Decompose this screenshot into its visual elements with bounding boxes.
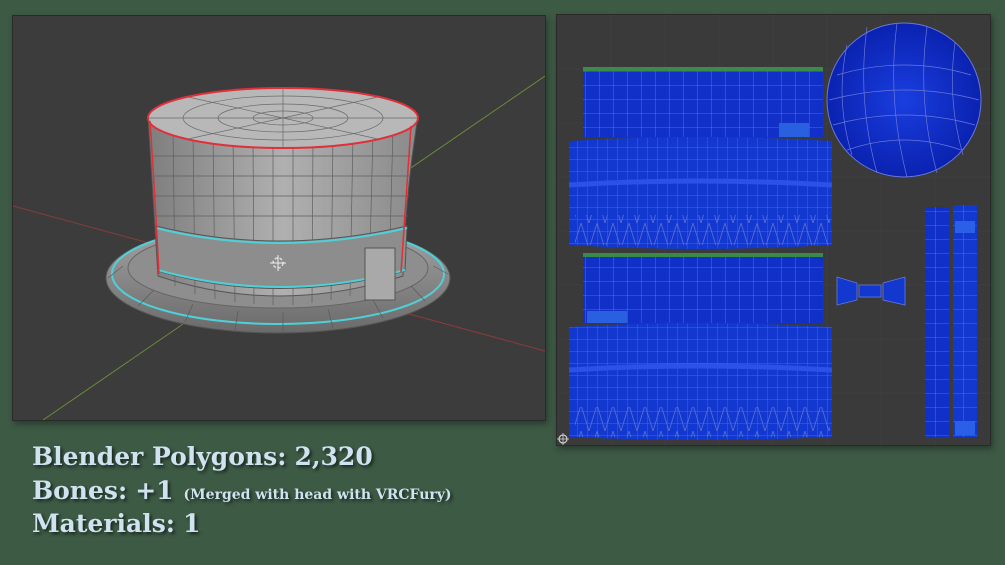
uv-island-crown-side-a — [568, 137, 833, 249]
polygons-value: 2,320 — [294, 442, 373, 471]
bones-note: (Merged with head with VRCFury) — [183, 487, 452, 503]
uv-island-band-strip-a — [925, 207, 949, 437]
polygons-label: Blender Polygons: — [32, 442, 287, 471]
uv-island-crown-side-b — [568, 323, 833, 440]
stat-bones: Bones: +1 (Merged with head with VRCFury) — [32, 476, 452, 505]
3d-viewport[interactable] — [12, 15, 546, 421]
uv-island-band-top — [583, 253, 823, 323]
stat-materials: Materials: 1 — [32, 509, 200, 538]
uv-island-hat-top — [826, 22, 982, 178]
materials-value: 1 — [183, 509, 201, 538]
uv-editor[interactable] — [556, 14, 991, 446]
top-wireframe — [148, 88, 418, 148]
stat-polygons: Blender Polygons: 2,320 — [32, 442, 373, 471]
uv-island-band-strip-b — [953, 205, 977, 437]
bones-label: Bones: — [32, 476, 128, 505]
uv-layout — [557, 15, 990, 445]
materials-label: Materials: — [32, 509, 175, 538]
bones-value: +1 — [135, 476, 174, 505]
band-buckle — [364, 247, 396, 301]
uv-island-crown-top — [583, 67, 823, 137]
hat-mesh-render — [13, 75, 545, 420]
